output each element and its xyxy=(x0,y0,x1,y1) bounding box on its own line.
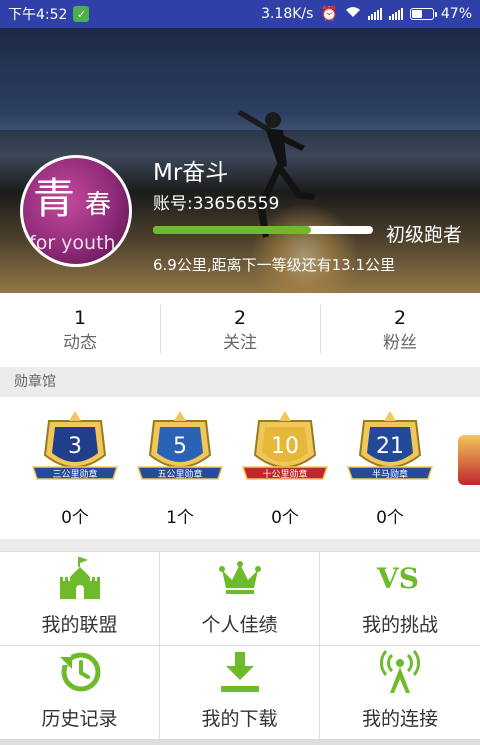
medals-section-title: 勋章馆 xyxy=(0,367,480,397)
medal-count: 0个 xyxy=(271,508,299,528)
stat-posts-count: 1 xyxy=(73,307,87,329)
stat-following-count: 2 xyxy=(233,307,247,329)
menu-history[interactable]: 历史记录 xyxy=(0,646,159,739)
wifi-icon xyxy=(345,6,361,22)
stat-posts[interactable]: 1 动态 xyxy=(0,305,160,355)
stats-bar: 1 动态 2 关注 2 粉丝 xyxy=(0,293,480,367)
avatar-text-3: for youth xyxy=(29,232,116,254)
menu-grid: 我的联盟 个人佳绩 VS 我的挑战 历史记录 我的下载 我的连接 xyxy=(0,551,480,745)
battery-icon xyxy=(409,8,437,20)
medal-item[interactable]: 5 五公里勋章 1个 xyxy=(130,407,230,528)
avatar-text-1: 青 xyxy=(33,174,76,223)
avatar[interactable]: 青 春 for youth xyxy=(20,155,132,267)
medal-badge-icon: 5 五公里勋章 xyxy=(136,411,224,480)
menu-my-alliance[interactable]: 我的联盟 xyxy=(0,552,159,645)
medal-count: 0个 xyxy=(376,508,404,528)
stat-following-label: 关注 xyxy=(223,333,257,353)
medal-ribbon-text: 半马勋章 xyxy=(372,468,408,480)
castle-icon xyxy=(58,554,102,602)
menu-history-label: 历史记录 xyxy=(41,708,118,730)
medal-badge-icon: 3 三公里勋章 xyxy=(31,411,119,480)
medal-number: 3 xyxy=(68,434,82,459)
stat-following[interactable]: 2 关注 xyxy=(160,305,320,355)
notification-app-icon: ✓ xyxy=(73,6,90,22)
crown-icon xyxy=(218,554,262,602)
network-speed: 3.18K/s xyxy=(261,6,314,22)
menu-my-connections[interactable]: 我的连接 xyxy=(320,646,480,739)
menu-personal-best-label: 个人佳绩 xyxy=(201,614,278,636)
stat-posts-label: 动态 xyxy=(63,333,97,353)
medal-number: 5 xyxy=(173,434,187,459)
medal-number: 21 xyxy=(376,434,404,459)
menu-my-alliance-label: 我的联盟 xyxy=(41,614,118,636)
medal-item-partial[interactable] xyxy=(458,435,480,485)
medal-badge-icon: 21 半马勋章 xyxy=(346,411,434,480)
stat-followers-count: 2 xyxy=(393,307,407,329)
svg-text:VS: VS xyxy=(376,563,419,593)
history-icon xyxy=(56,648,103,696)
menu-personal-best[interactable]: 个人佳绩 xyxy=(160,552,319,645)
avatar-text-2: 春 xyxy=(85,190,112,220)
level-progress-fill xyxy=(153,226,312,234)
menu-my-downloads[interactable]: 我的下载 xyxy=(160,646,319,739)
medal-ribbon-text: 三公里勋章 xyxy=(52,468,97,480)
medal-count: 1个 xyxy=(166,508,194,528)
medal-item[interactable]: 21 半马勋章 0个 xyxy=(340,407,440,528)
stat-followers[interactable]: 2 粉丝 xyxy=(320,305,480,355)
status-time: 下午4:52 xyxy=(8,7,68,23)
medal-item[interactable]: 3 三公里勋章 0个 xyxy=(25,407,125,528)
medal-ribbon-text: 五公里勋章 xyxy=(157,468,202,480)
level-progress-bar xyxy=(153,226,373,234)
medal-badge-icon: 10 十公里勋章 xyxy=(241,411,329,480)
download-icon xyxy=(218,648,262,696)
distance-info: 6.9公里,距离下一等级还有13.1公里 xyxy=(153,256,396,274)
signal-icon xyxy=(367,8,382,20)
menu-my-challenge-label: 我的挑战 xyxy=(361,614,438,636)
alarm-icon: ⏰ xyxy=(320,6,338,22)
menu-my-downloads-label: 我的下载 xyxy=(201,708,278,730)
battery-percent: 47% xyxy=(440,6,472,22)
username: Mr奋斗 xyxy=(153,160,229,186)
medal-number: 10 xyxy=(271,434,299,459)
runner-rank: 初级跑者 xyxy=(386,224,463,246)
medals-list[interactable]: 3 三公里勋章 0个 5 五公里勋章 1个 10 十公里勋章 0个 21 半马勋章 0个 xyxy=(0,397,480,539)
menu-my-connections-label: 我的连接 xyxy=(361,708,438,730)
stat-followers-label: 粉丝 xyxy=(383,333,417,353)
medal-ribbon-text: 十公里勋章 xyxy=(262,468,307,480)
medal-count: 0个 xyxy=(61,508,89,528)
account-number: 账号:33656559 xyxy=(153,194,280,214)
signal-icon-2 xyxy=(388,8,403,20)
status-bar: 下午4:52 ✓ 3.18K/s ⏰ 47% xyxy=(0,0,480,28)
medal-item[interactable]: 10 十公里勋章 0个 xyxy=(235,407,335,528)
vs-icon: VS xyxy=(375,554,425,602)
profile-header: 青 春 for youth Mr奋斗 账号:33656559 初级跑者 6.9公… xyxy=(0,28,480,293)
antenna-icon xyxy=(378,648,422,696)
menu-my-challenge[interactable]: VS 我的挑战 xyxy=(320,552,480,645)
